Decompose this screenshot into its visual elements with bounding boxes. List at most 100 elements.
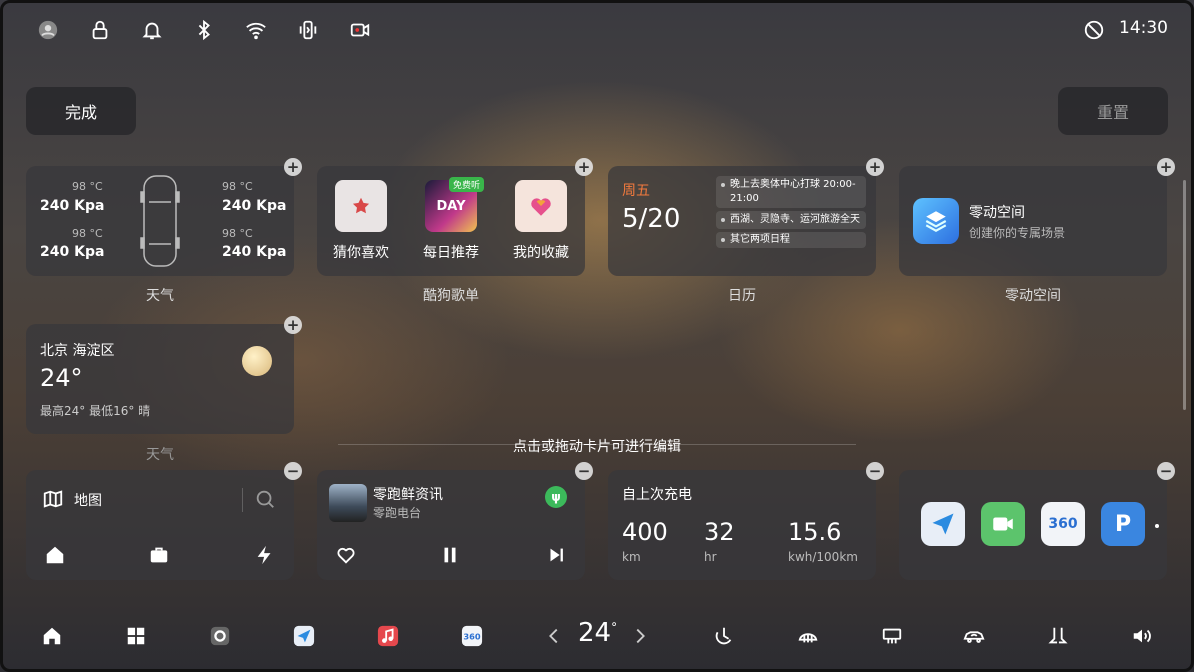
star-icon[interactable]	[335, 180, 387, 232]
tire-fl-temp: 98 °C	[72, 180, 103, 193]
quick-apps-card[interactable]: 360 P −	[899, 462, 1175, 580]
tire-card-caption: 天气	[146, 288, 174, 304]
temp-up-icon[interactable]	[628, 624, 652, 648]
remove-card-icon[interactable]: −	[1157, 462, 1175, 480]
charge-distance-value: 400	[622, 518, 668, 546]
search-icon[interactable]	[254, 488, 278, 512]
radio-card[interactable]: 零跑鲜资讯 零跑电台 ψ −	[317, 462, 593, 580]
avatar-icon[interactable]	[36, 18, 60, 42]
camera-360-icon[interactable]: 360	[460, 624, 484, 648]
remove-card-icon[interactable]: −	[575, 462, 593, 480]
calendar-event-more[interactable]: 其它两项日程	[716, 232, 866, 248]
svg-text:360: 360	[463, 632, 480, 642]
remove-card-icon[interactable]: −	[866, 462, 884, 480]
wifi-icon[interactable]	[244, 18, 268, 42]
free-badge: 免费听	[449, 177, 485, 192]
radio-title: 零跑鲜资讯	[373, 487, 443, 503]
tire-pressure-card[interactable]: 98 °C 240 Kpa 98 °C 240 Kpa 98 °C 240 Kp…	[26, 158, 302, 276]
seat-icon[interactable]	[1046, 624, 1070, 648]
calendar-event[interactable]: 晚上去奥体中心打球 20:00-21:00	[716, 176, 866, 208]
video-icon[interactable]	[981, 502, 1025, 546]
charging-nav-icon[interactable]	[254, 544, 278, 568]
tire-fr-temp: 98 °C	[222, 180, 253, 193]
no-signal-icon	[1082, 18, 1106, 42]
calendar-card[interactable]: 周五 5/20 晚上去奥体中心打球 20:00-21:00 西湖、灵隐寺、运河旅…	[608, 158, 884, 276]
tire-rl-pressure: 240 Kpa	[40, 244, 105, 260]
home-icon[interactable]	[40, 624, 64, 648]
add-card-icon[interactable]: +	[1157, 158, 1175, 176]
weather-range: 最高24° 最低16° 晴	[40, 404, 151, 418]
weather-location: 北京 海淀区	[40, 343, 115, 359]
heart-icon[interactable]	[335, 544, 359, 568]
tire-fr-pressure: 240 Kpa	[222, 198, 287, 214]
charge-distance-unit: km	[622, 550, 641, 564]
temp-down-icon[interactable]	[542, 624, 566, 648]
weather-card-caption: 天气	[146, 447, 174, 463]
rear-defrost-icon[interactable]	[880, 624, 904, 648]
pause-icon[interactable]	[439, 544, 463, 568]
reset-button[interactable]: 重置	[1058, 87, 1168, 135]
front-defrost-icon[interactable]	[796, 624, 820, 648]
page-dot	[1155, 524, 1159, 528]
clock: 14:30	[1119, 18, 1168, 38]
calendar-date: 5/20	[622, 204, 681, 234]
next-track-icon[interactable]	[545, 544, 569, 568]
scrollbar[interactable]	[1183, 180, 1186, 410]
space-subtitle: 创建你的专属场景	[969, 226, 1066, 240]
add-card-icon[interactable]: +	[284, 316, 302, 334]
charge-time-unit: hr	[704, 550, 717, 564]
nav-app-icon[interactable]	[292, 624, 316, 648]
map-icon	[42, 488, 66, 512]
vibrate-icon[interactable]	[296, 18, 320, 42]
calendar-card-caption: 日历	[728, 288, 756, 304]
bell-icon[interactable]	[140, 18, 164, 42]
done-button[interactable]: 完成	[26, 87, 136, 135]
ac-auto-icon[interactable]	[712, 624, 736, 648]
radio-source-icon: ψ	[545, 486, 567, 508]
car-top-view-icon	[140, 174, 180, 269]
camera-record-icon[interactable]	[348, 18, 372, 42]
daily-recommend-label: 每日推荐	[423, 245, 479, 261]
charge-consumption-value: 15.6	[788, 518, 842, 546]
music-app-icon[interactable]	[376, 624, 400, 648]
tire-rr-pressure: 240 Kpa	[222, 244, 287, 260]
edit-hint: 点击或拖动卡片可进行编辑	[513, 439, 681, 455]
charge-title: 自上次充电	[622, 487, 692, 503]
my-favorites-label: 我的收藏	[513, 245, 569, 261]
bluetooth-icon[interactable]	[192, 18, 216, 42]
calendar-event[interactable]: 西湖、灵隐寺、运河旅游全天	[716, 211, 866, 229]
camera-360-icon[interactable]: 360	[1041, 502, 1085, 546]
layers-icon	[913, 198, 959, 244]
charge-stats-card[interactable]: 自上次充电 400 km 32 hr 15.6 kwh/100km −	[608, 462, 884, 580]
recirculation-icon[interactable]	[962, 624, 986, 648]
charge-time-value: 32	[704, 518, 735, 546]
space-card[interactable]: 零动空间 创建你的专属场景 +	[899, 158, 1175, 276]
send-icon[interactable]	[921, 502, 965, 546]
calendar-weekday: 周五	[622, 183, 650, 199]
add-card-icon[interactable]: +	[284, 158, 302, 176]
tire-fl-pressure: 240 Kpa	[40, 198, 105, 214]
parking-icon[interactable]: P	[1101, 502, 1145, 546]
music-card-caption: 酷狗歌单	[423, 288, 479, 304]
apps-grid-icon[interactable]	[124, 624, 148, 648]
home-nav-icon[interactable]	[44, 544, 68, 568]
favorites-heart-icon[interactable]	[515, 180, 567, 232]
add-card-icon[interactable]: +	[866, 158, 884, 176]
music-playlist-card[interactable]: DAY 免费听 猜你喜欢 每日推荐 我的收藏 +	[317, 158, 593, 276]
tire-rr-temp: 98 °C	[222, 227, 253, 240]
cabin-temperature[interactable]: 24°	[578, 618, 617, 648]
guess-you-like-label: 猜你喜欢	[333, 245, 389, 261]
space-title: 零动空间	[969, 205, 1025, 221]
radio-cover	[329, 484, 367, 522]
add-card-icon[interactable]: +	[575, 158, 593, 176]
volume-icon[interactable]	[1130, 624, 1154, 648]
weather-card[interactable]: 北京 海淀区 24° 最高24° 最低16° 晴 +	[26, 316, 302, 434]
map-card[interactable]: 地图 −	[26, 462, 302, 580]
map-divider	[242, 488, 243, 512]
sun-icon	[242, 346, 272, 376]
settings-icon[interactable]	[208, 624, 232, 648]
tire-rl-temp: 98 °C	[72, 227, 103, 240]
remove-card-icon[interactable]: −	[284, 462, 302, 480]
work-nav-icon[interactable]	[148, 544, 172, 568]
lock-icon[interactable]	[88, 18, 112, 42]
